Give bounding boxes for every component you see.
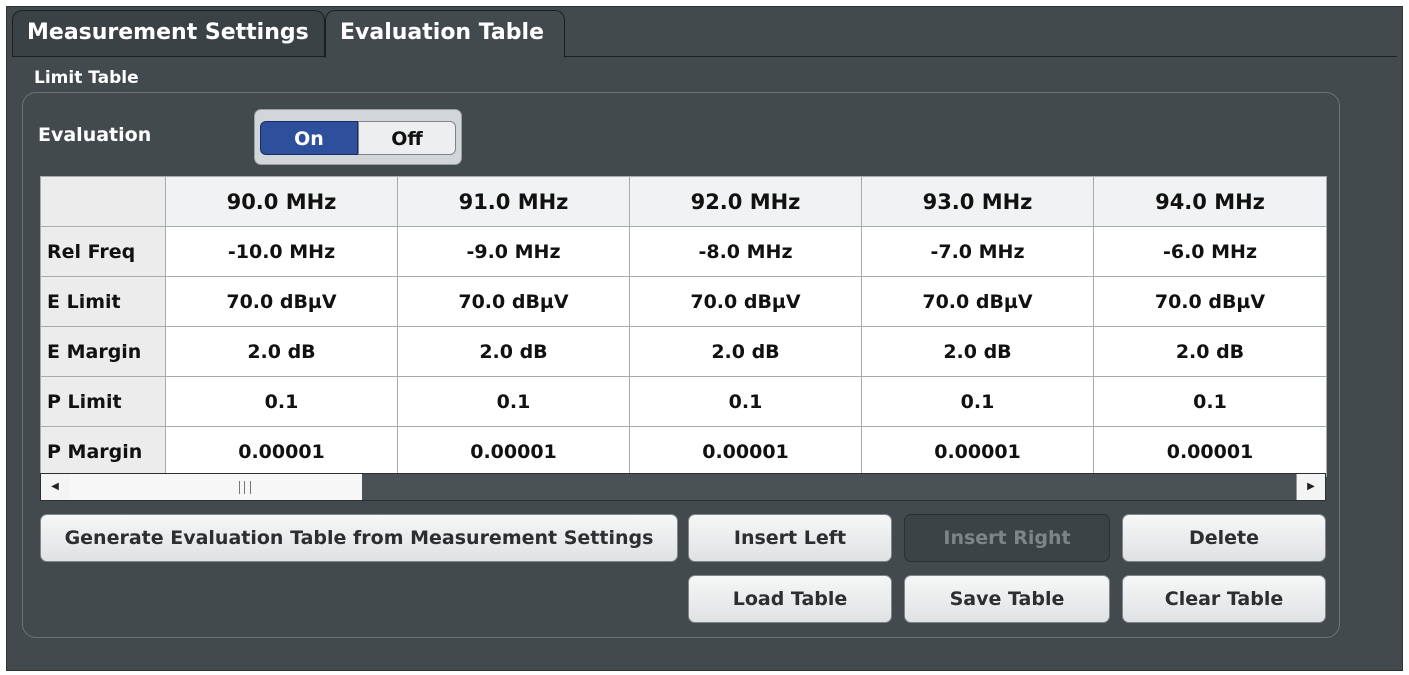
tab-evaluation-table[interactable]: Evaluation Table [325,10,565,58]
table-cell[interactable]: 70.0 dBµV [629,276,862,327]
arrow-left-icon[interactable]: ◀ [41,474,70,500]
arrow-right-icon[interactable]: ▶ [1296,474,1325,500]
horizontal-scrollbar[interactable]: ◀ ▶ [40,473,1326,501]
table-cell[interactable]: 70.0 dBµV [1093,276,1327,327]
table-row: P Margin 0.00001 0.00001 0.00001 0.00001… [40,426,1327,477]
column-header[interactable]: 90.0 MHz [165,176,398,227]
table-cell[interactable]: 2.0 dB [629,326,862,377]
table-cell[interactable]: 0.00001 [397,426,630,477]
table-cell[interactable]: 2.0 dB [861,326,1094,377]
table-cell[interactable]: -6.0 MHz [1093,226,1327,277]
table-cell[interactable]: 0.1 [165,376,398,427]
row-header: P Limit [40,376,166,427]
limit-table-label: Limit Table [34,68,139,88]
table-cell[interactable]: 0.1 [397,376,630,427]
limit-table: 90.0 MHz 91.0 MHz 92.0 MHz 93.0 MHz 94.0… [40,176,1327,477]
table-cell[interactable]: 70.0 dBµV [397,276,630,327]
table-cell[interactable]: -8.0 MHz [629,226,862,277]
column-header[interactable]: 91.0 MHz [397,176,630,227]
table-cell[interactable]: 0.1 [629,376,862,427]
table-cell[interactable]: -9.0 MHz [397,226,630,277]
table-row: Rel Freq -10.0 MHz -9.0 MHz -8.0 MHz -7.… [40,226,1327,277]
load-table-button[interactable]: Load Table [688,575,892,623]
insert-right-button: Insert Right [904,514,1110,562]
row-header: E Margin [40,326,166,377]
table-row: P Limit 0.1 0.1 0.1 0.1 0.1 [40,376,1327,427]
table-cell[interactable]: 0.1 [861,376,1094,427]
table-cell[interactable]: 0.00001 [1093,426,1327,477]
column-header[interactable]: 94.0 MHz [1093,176,1327,227]
table-cell[interactable]: 2.0 dB [397,326,630,377]
table-cell[interactable]: 0.1 [1093,376,1327,427]
evaluation-on-button[interactable]: On [260,121,358,155]
table-cell[interactable]: 0.00001 [861,426,1094,477]
column-header[interactable]: 93.0 MHz [861,176,1094,227]
generate-evaluation-table-button[interactable]: Generate Evaluation Table from Measureme… [40,514,678,562]
table-cell[interactable]: 70.0 dBµV [861,276,1094,327]
row-header: P Margin [40,426,166,477]
table-header-row: 90.0 MHz 91.0 MHz 92.0 MHz 93.0 MHz 94.0… [40,176,1327,227]
delete-button[interactable]: Delete [1122,514,1326,562]
table-corner [40,176,166,227]
table-cell[interactable]: 2.0 dB [1093,326,1327,377]
tab-divider [12,56,1397,57]
evaluation-label: Evaluation [38,124,152,146]
row-header: Rel Freq [40,226,166,277]
table-cell[interactable]: -10.0 MHz [165,226,398,277]
table-cell[interactable]: 70.0 dBµV [165,276,398,327]
evaluation-off-button[interactable]: Off [358,121,456,155]
table-row: E Margin 2.0 dB 2.0 dB 2.0 dB 2.0 dB 2.0… [40,326,1327,377]
tab-measurement-settings[interactable]: Measurement Settings [12,10,325,56]
row-header: E Limit [40,276,166,327]
table-cell[interactable]: 0.00001 [165,426,398,477]
column-header[interactable]: 92.0 MHz [629,176,862,227]
clear-table-button[interactable]: Clear Table [1122,575,1326,623]
scrollbar-thumb[interactable] [69,474,362,500]
grip-icon [239,481,251,494]
table-cell[interactable]: 2.0 dB [165,326,398,377]
table-row: E Limit 70.0 dBµV 70.0 dBµV 70.0 dBµV 70… [40,276,1327,327]
save-table-button[interactable]: Save Table [904,575,1110,623]
table-cell[interactable]: -7.0 MHz [861,226,1094,277]
table-cell[interactable]: 0.00001 [629,426,862,477]
insert-left-button[interactable]: Insert Left [688,514,892,562]
